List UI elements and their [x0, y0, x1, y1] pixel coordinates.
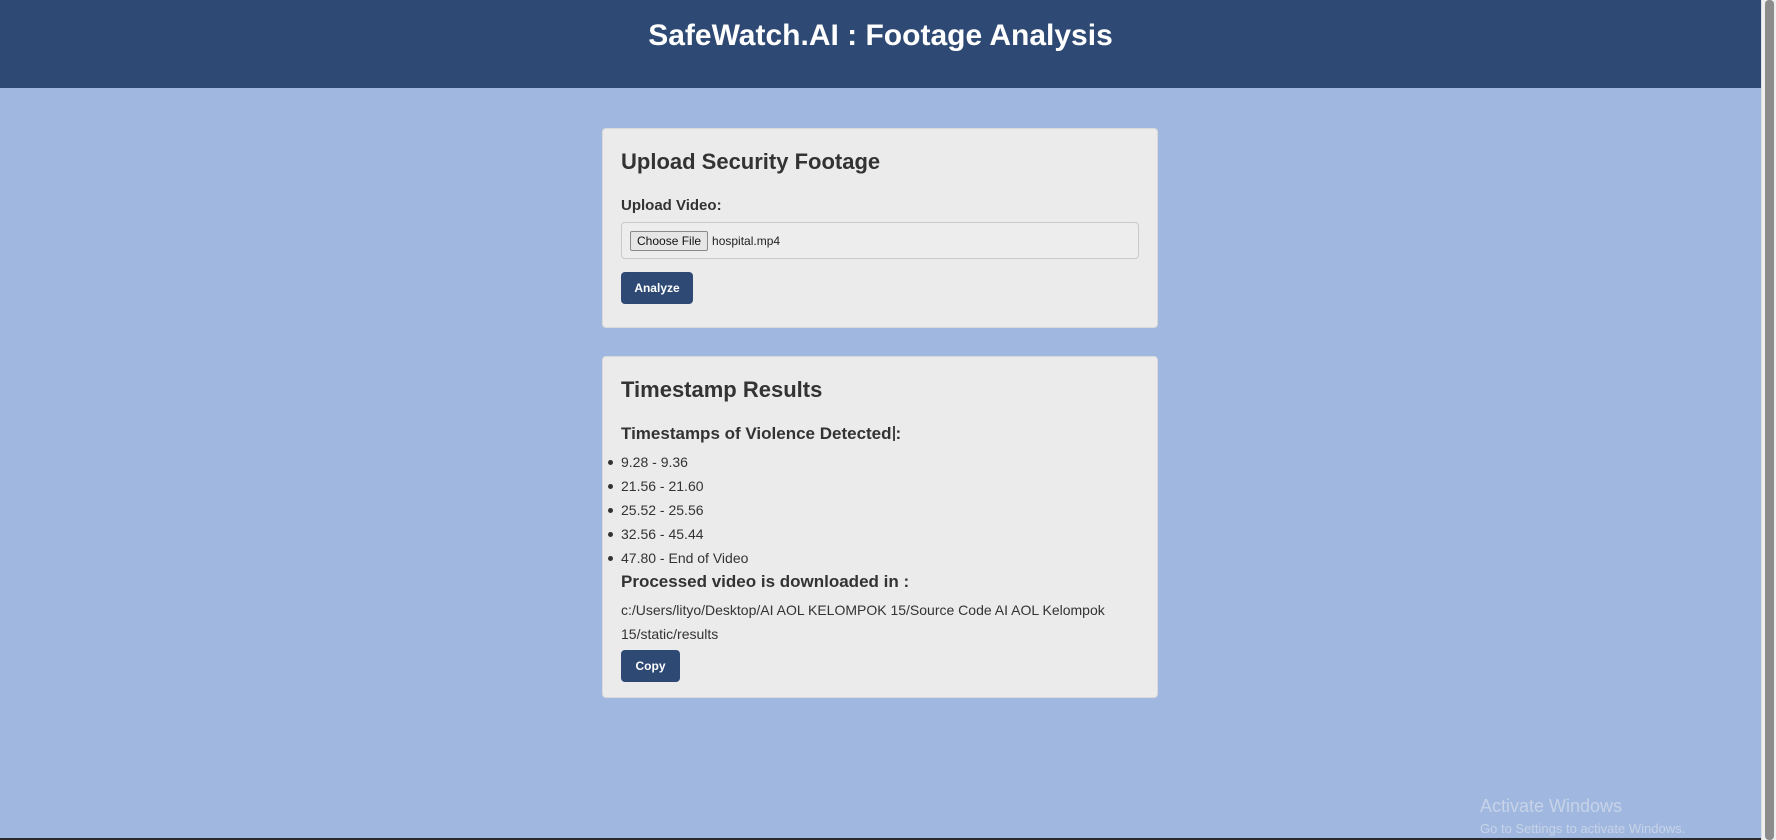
page-title: SafeWatch.AI : Footage Analysis: [648, 19, 1113, 52]
timestamps-heading-colon: :: [895, 424, 902, 443]
upload-card-title: Upload Security Footage: [621, 149, 881, 174]
timestamp-item: 25.52 - 25.56: [608, 498, 1139, 522]
timestamp-item: 9.28 - 9.36: [608, 450, 1139, 474]
app-header: SafeWatch.AI : Footage Analysis: [0, 0, 1761, 88]
watermark-line2: Go to Settings to activate Windows.: [1480, 821, 1686, 836]
activate-windows-watermark: Activate Windows Go to Settings to activ…: [1480, 796, 1685, 836]
timestamp-item: 21.56 - 21.60: [608, 474, 1139, 498]
timestamp-item: 32.56 - 45.44: [608, 522, 1139, 546]
upload-video-label: Upload Video:: [621, 197, 722, 214]
analyze-button[interactable]: Analyze: [621, 272, 693, 304]
processed-heading: Processed video is downloaded in :: [621, 572, 910, 591]
timestamp-list: 9.28 - 9.36 21.56 - 21.60 25.52 - 25.56 …: [608, 450, 1139, 570]
selected-file-name: hospital.mp4: [712, 233, 781, 248]
copy-button[interactable]: Copy: [621, 650, 680, 682]
timestamps-heading-text: Timestamps of Violence Detected: [621, 424, 892, 443]
watermark-line1: Activate Windows: [1480, 796, 1623, 816]
results-card: Timestamp Results Timestamps of Violence…: [602, 356, 1158, 698]
timestamps-heading: Timestamps of Violence Detected:: [621, 424, 1139, 444]
upload-card: Upload Security Footage Upload Video: Ch…: [602, 128, 1158, 328]
file-input[interactable]: Choose File hospital.mp4: [621, 222, 1139, 259]
vertical-scrollbar[interactable]: [1761, 0, 1776, 840]
text-cursor-icon: [892, 426, 895, 441]
choose-file-button[interactable]: Choose File: [630, 230, 709, 251]
scrollbar-thumb[interactable]: [1765, 0, 1774, 840]
output-path: c:/Users/lityo/Desktop/AI AOL KELOMPOK 1…: [621, 602, 1105, 642]
results-card-title: Timestamp Results: [621, 377, 823, 402]
timestamp-item: 47.80 - End of Video: [608, 546, 1139, 570]
